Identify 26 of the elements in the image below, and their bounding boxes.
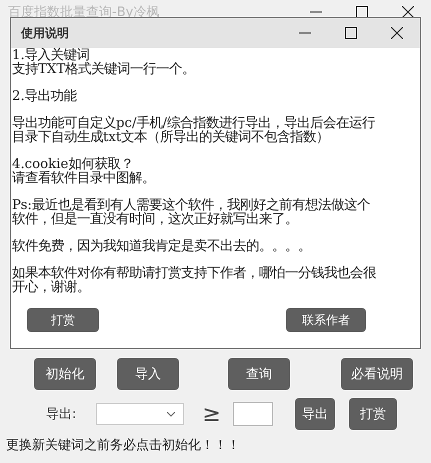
export-label: 导出:: [46, 406, 76, 423]
toolbar-button[interactable]: 查询: [228, 358, 290, 390]
instruction-text: 支持TXT格式关键词一行一个。: [12, 63, 196, 77]
instruction-text: 导出功能可自定义pc/手机/综合指数进行导出，导出后会在运行目录下自动生成txt文本（所导出的关键词不包含指数）: [12, 117, 376, 145]
toolbar-button[interactable]: 初始化: [34, 358, 96, 390]
dialog-title: 使用说明: [21, 24, 70, 42]
reward-button[interactable]: 打赏: [348, 398, 397, 430]
contact-button[interactable]: 联系作者: [286, 308, 366, 332]
close-icon[interactable]: [391, 27, 403, 39]
instruction-text: 请查看软件目录中图解。: [12, 172, 155, 186]
instruction-text: 软件免费，因为我知道我肯定是卖不出去的。。。。: [12, 240, 311, 254]
instruction-text: Ps:最近也是看到有人需要这个软件，我刚好之前有想法做这个软件，但是一直没有时间，这次正好就写出来了。: [12, 199, 371, 227]
export-button[interactable]: 导出: [294, 398, 335, 430]
instruction-text: 2.导出功能: [12, 90, 77, 104]
toolbar-button[interactable]: 必看说明: [341, 358, 413, 390]
chevron-down-icon: [167, 412, 176, 416]
instruction-text: 如果本软件对你有帮助请打赏支持下作者，哪怕一分钱我也会很开心，谢谢。: [12, 267, 377, 295]
maximize-icon[interactable]: [345, 27, 357, 39]
toolbar-button[interactable]: 导入: [117, 358, 179, 390]
instruction-text: 1.导入关键词: [12, 49, 90, 63]
close-icon[interactable]: [402, 6, 414, 18]
instruction-text: 4.cookie如何获取？: [12, 158, 134, 172]
threshold-field[interactable]: [232, 402, 273, 426]
comparison-symbol: ≥: [202, 402, 221, 426]
reward-button[interactable]: 打赏: [27, 308, 99, 332]
warning-text: 更换新关键词之前务必点击初始化！！！: [5, 437, 241, 454]
